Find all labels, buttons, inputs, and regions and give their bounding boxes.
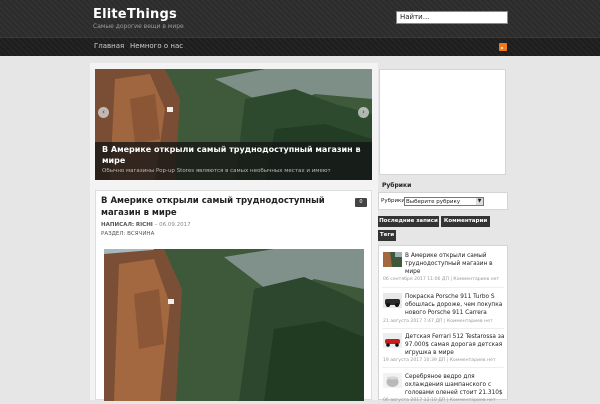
- divider: [382, 328, 504, 329]
- rubrics-select-value: Выберите рубрику: [406, 199, 461, 205]
- slider-next-icon[interactable]: ›: [358, 107, 369, 118]
- post-category[interactable]: РАЗДЕЛ: ВСЯЧИНА: [101, 231, 154, 237]
- recent-post-meta: 19 августа 2017 10:39 ДП | Комментариев …: [383, 358, 496, 363]
- recent-posts-list: В Америке открыли самый труднодоступный …: [378, 245, 508, 403]
- recent-post-meta: 06 августа 2017 12:10 ДП | Комментариев …: [383, 398, 496, 403]
- rubrics-select[interactable]: Выберите рубрику ▼: [404, 197, 484, 206]
- rubrics-label: Рубрики: [381, 198, 405, 204]
- nav-home[interactable]: Главная: [94, 42, 124, 50]
- featured-slider[interactable]: В Америке открыли самый труднодоступный …: [95, 69, 372, 180]
- meta-label: НАПИСАЛ:: [101, 222, 135, 228]
- slider-caption: В Америке открыли самый труднодоступный …: [95, 142, 372, 180]
- post-title[interactable]: В Америке открыли самый труднодоступный …: [101, 195, 336, 219]
- rubrics-widget-title: Рубрики: [382, 182, 412, 189]
- divider: [382, 287, 504, 288]
- chevron-down-icon: ▼: [476, 198, 483, 205]
- post-image[interactable]: [104, 249, 364, 401]
- search-input[interactable]: Найти...: [396, 11, 508, 24]
- slider-prev-icon[interactable]: ‹: [98, 107, 109, 118]
- post-thumbnail[interactable]: [383, 252, 402, 267]
- ad-block: [379, 69, 506, 175]
- post-card: В Америке открыли самый труднодоступный …: [95, 190, 372, 401]
- recent-post-meta: 06 сентября 2017 11:06 ДП | Комментариев…: [383, 277, 500, 282]
- post-meta: НАПИСАЛ: RICHI – 06.09.2017: [101, 222, 191, 228]
- post-date: – 06.09.2017: [154, 222, 191, 228]
- comments-count-badge[interactable]: 0: [355, 198, 367, 207]
- divider: [382, 367, 504, 368]
- site-tagline: Самые дорогие вещи в мире: [93, 23, 184, 30]
- slider-excerpt: Обычно магазины Pop-up Stores являются в…: [102, 168, 331, 174]
- recent-post-meta: 21 августа 2017 7:47 ДП | Комментариев н…: [383, 319, 493, 324]
- rss-icon[interactable]: [499, 43, 507, 51]
- site-header: EliteThings Самые дорогие вещи в мире На…: [0, 0, 600, 37]
- recent-post-title[interactable]: В Америке открыли самый труднодоступный …: [405, 252, 506, 276]
- recent-post-title[interactable]: Детская Ferrari 512 Testarossa за 97.000…: [405, 333, 506, 357]
- site-logo[interactable]: EliteThings: [93, 7, 177, 22]
- main-nav: Главная Немного о нас: [0, 37, 600, 56]
- slider-title[interactable]: В Америке открыли самый труднодоступный …: [102, 144, 362, 166]
- recent-post-title[interactable]: Серебряное ведро для охлаждения шампанск…: [405, 373, 506, 397]
- post-author[interactable]: RICHI: [136, 222, 153, 228]
- tab-tags[interactable]: Теги: [378, 230, 396, 241]
- nav-about[interactable]: Немного о нас: [130, 42, 183, 50]
- post-thumbnail[interactable]: [383, 333, 402, 348]
- recent-post-title[interactable]: Покраска Porsche 911 Turbo S обошлась до…: [405, 293, 506, 317]
- tab-recent-posts[interactable]: Последние записи: [378, 216, 439, 227]
- post-thumbnail[interactable]: [383, 373, 402, 388]
- tab-comments[interactable]: Комментарии: [441, 216, 490, 227]
- post-thumbnail[interactable]: [383, 293, 402, 308]
